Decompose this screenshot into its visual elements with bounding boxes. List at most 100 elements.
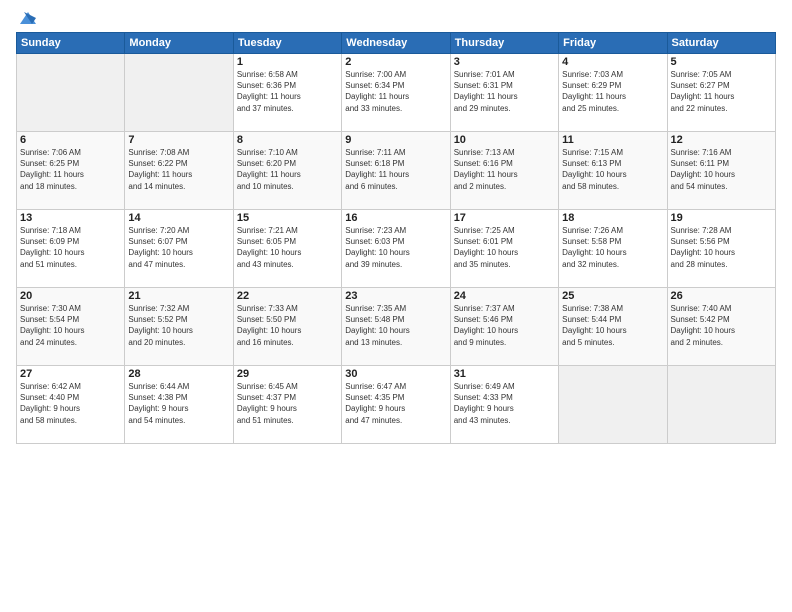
header [16, 12, 776, 26]
day-info: Sunrise: 7:06 AM Sunset: 6:25 PM Dayligh… [20, 147, 121, 192]
day-number: 18 [562, 212, 663, 224]
calendar-cell [125, 54, 233, 132]
calendar-cell: 26Sunrise: 7:40 AM Sunset: 5:42 PM Dayli… [667, 288, 775, 366]
day-number: 21 [128, 290, 229, 302]
day-info: Sunrise: 6:47 AM Sunset: 4:35 PM Dayligh… [345, 381, 446, 426]
day-info: Sunrise: 7:16 AM Sunset: 6:11 PM Dayligh… [671, 147, 772, 192]
weekday-header-row: Sunday Monday Tuesday Wednesday Thursday… [17, 33, 776, 54]
day-number: 30 [345, 368, 446, 380]
calendar-cell: 4Sunrise: 7:03 AM Sunset: 6:29 PM Daylig… [559, 54, 667, 132]
calendar-cell: 27Sunrise: 6:42 AM Sunset: 4:40 PM Dayli… [17, 366, 125, 444]
calendar-cell: 19Sunrise: 7:28 AM Sunset: 5:56 PM Dayli… [667, 210, 775, 288]
calendar-cell: 8Sunrise: 7:10 AM Sunset: 6:20 PM Daylig… [233, 132, 341, 210]
header-saturday: Saturday [667, 33, 775, 54]
day-info: Sunrise: 7:08 AM Sunset: 6:22 PM Dayligh… [128, 147, 229, 192]
calendar-cell: 25Sunrise: 7:38 AM Sunset: 5:44 PM Dayli… [559, 288, 667, 366]
day-info: Sunrise: 7:23 AM Sunset: 6:03 PM Dayligh… [345, 225, 446, 270]
day-info: Sunrise: 7:18 AM Sunset: 6:09 PM Dayligh… [20, 225, 121, 270]
day-info: Sunrise: 6:49 AM Sunset: 4:33 PM Dayligh… [454, 381, 555, 426]
day-info: Sunrise: 6:42 AM Sunset: 4:40 PM Dayligh… [20, 381, 121, 426]
day-number: 19 [671, 212, 772, 224]
day-number: 10 [454, 134, 555, 146]
logo-icon [18, 10, 38, 26]
calendar-cell: 28Sunrise: 6:44 AM Sunset: 4:38 PM Dayli… [125, 366, 233, 444]
day-info: Sunrise: 7:20 AM Sunset: 6:07 PM Dayligh… [128, 225, 229, 270]
header-friday: Friday [559, 33, 667, 54]
calendar-cell: 2Sunrise: 7:00 AM Sunset: 6:34 PM Daylig… [342, 54, 450, 132]
calendar-cell: 21Sunrise: 7:32 AM Sunset: 5:52 PM Dayli… [125, 288, 233, 366]
calendar-cell: 20Sunrise: 7:30 AM Sunset: 5:54 PM Dayli… [17, 288, 125, 366]
day-info: Sunrise: 6:44 AM Sunset: 4:38 PM Dayligh… [128, 381, 229, 426]
day-number: 29 [237, 368, 338, 380]
day-number: 23 [345, 290, 446, 302]
day-number: 27 [20, 368, 121, 380]
day-info: Sunrise: 7:37 AM Sunset: 5:46 PM Dayligh… [454, 303, 555, 348]
day-number: 9 [345, 134, 446, 146]
calendar-cell: 29Sunrise: 6:45 AM Sunset: 4:37 PM Dayli… [233, 366, 341, 444]
header-monday: Monday [125, 33, 233, 54]
calendar-cell: 15Sunrise: 7:21 AM Sunset: 6:05 PM Dayli… [233, 210, 341, 288]
day-number: 6 [20, 134, 121, 146]
day-number: 11 [562, 134, 663, 146]
day-info: Sunrise: 7:38 AM Sunset: 5:44 PM Dayligh… [562, 303, 663, 348]
day-number: 2 [345, 56, 446, 68]
day-number: 26 [671, 290, 772, 302]
calendar-cell [17, 54, 125, 132]
day-info: Sunrise: 7:10 AM Sunset: 6:20 PM Dayligh… [237, 147, 338, 192]
page: Sunday Monday Tuesday Wednesday Thursday… [0, 0, 792, 612]
day-number: 5 [671, 56, 772, 68]
day-number: 24 [454, 290, 555, 302]
calendar-cell: 24Sunrise: 7:37 AM Sunset: 5:46 PM Dayli… [450, 288, 558, 366]
day-number: 20 [20, 290, 121, 302]
header-thursday: Thursday [450, 33, 558, 54]
day-info: Sunrise: 7:26 AM Sunset: 5:58 PM Dayligh… [562, 225, 663, 270]
week-row-2: 6Sunrise: 7:06 AM Sunset: 6:25 PM Daylig… [17, 132, 776, 210]
day-info: Sunrise: 7:13 AM Sunset: 6:16 PM Dayligh… [454, 147, 555, 192]
calendar-cell: 31Sunrise: 6:49 AM Sunset: 4:33 PM Dayli… [450, 366, 558, 444]
day-number: 22 [237, 290, 338, 302]
day-number: 8 [237, 134, 338, 146]
day-number: 3 [454, 56, 555, 68]
calendar-cell: 22Sunrise: 7:33 AM Sunset: 5:50 PM Dayli… [233, 288, 341, 366]
calendar-cell [559, 366, 667, 444]
day-info: Sunrise: 7:33 AM Sunset: 5:50 PM Dayligh… [237, 303, 338, 348]
day-number: 7 [128, 134, 229, 146]
day-info: Sunrise: 6:45 AM Sunset: 4:37 PM Dayligh… [237, 381, 338, 426]
day-number: 16 [345, 212, 446, 224]
day-number: 13 [20, 212, 121, 224]
day-info: Sunrise: 7:25 AM Sunset: 6:01 PM Dayligh… [454, 225, 555, 270]
calendar-cell: 10Sunrise: 7:13 AM Sunset: 6:16 PM Dayli… [450, 132, 558, 210]
logo [16, 12, 38, 26]
day-info: Sunrise: 7:32 AM Sunset: 5:52 PM Dayligh… [128, 303, 229, 348]
week-row-4: 20Sunrise: 7:30 AM Sunset: 5:54 PM Dayli… [17, 288, 776, 366]
calendar: Sunday Monday Tuesday Wednesday Thursday… [16, 32, 776, 444]
calendar-cell: 5Sunrise: 7:05 AM Sunset: 6:27 PM Daylig… [667, 54, 775, 132]
day-info: Sunrise: 7:00 AM Sunset: 6:34 PM Dayligh… [345, 69, 446, 114]
header-sunday: Sunday [17, 33, 125, 54]
day-number: 17 [454, 212, 555, 224]
day-info: Sunrise: 7:03 AM Sunset: 6:29 PM Dayligh… [562, 69, 663, 114]
calendar-cell: 3Sunrise: 7:01 AM Sunset: 6:31 PM Daylig… [450, 54, 558, 132]
calendar-cell: 18Sunrise: 7:26 AM Sunset: 5:58 PM Dayli… [559, 210, 667, 288]
day-info: Sunrise: 7:30 AM Sunset: 5:54 PM Dayligh… [20, 303, 121, 348]
calendar-cell: 13Sunrise: 7:18 AM Sunset: 6:09 PM Dayli… [17, 210, 125, 288]
header-wednesday: Wednesday [342, 33, 450, 54]
day-number: 31 [454, 368, 555, 380]
day-info: Sunrise: 7:35 AM Sunset: 5:48 PM Dayligh… [345, 303, 446, 348]
calendar-cell: 16Sunrise: 7:23 AM Sunset: 6:03 PM Dayli… [342, 210, 450, 288]
week-row-3: 13Sunrise: 7:18 AM Sunset: 6:09 PM Dayli… [17, 210, 776, 288]
calendar-cell: 23Sunrise: 7:35 AM Sunset: 5:48 PM Dayli… [342, 288, 450, 366]
day-number: 14 [128, 212, 229, 224]
day-number: 4 [562, 56, 663, 68]
day-info: Sunrise: 7:28 AM Sunset: 5:56 PM Dayligh… [671, 225, 772, 270]
calendar-cell: 14Sunrise: 7:20 AM Sunset: 6:07 PM Dayli… [125, 210, 233, 288]
day-info: Sunrise: 6:58 AM Sunset: 6:36 PM Dayligh… [237, 69, 338, 114]
header-tuesday: Tuesday [233, 33, 341, 54]
calendar-cell: 7Sunrise: 7:08 AM Sunset: 6:22 PM Daylig… [125, 132, 233, 210]
calendar-cell: 9Sunrise: 7:11 AM Sunset: 6:18 PM Daylig… [342, 132, 450, 210]
day-number: 12 [671, 134, 772, 146]
day-info: Sunrise: 7:40 AM Sunset: 5:42 PM Dayligh… [671, 303, 772, 348]
calendar-cell: 6Sunrise: 7:06 AM Sunset: 6:25 PM Daylig… [17, 132, 125, 210]
week-row-5: 27Sunrise: 6:42 AM Sunset: 4:40 PM Dayli… [17, 366, 776, 444]
calendar-cell: 12Sunrise: 7:16 AM Sunset: 6:11 PM Dayli… [667, 132, 775, 210]
